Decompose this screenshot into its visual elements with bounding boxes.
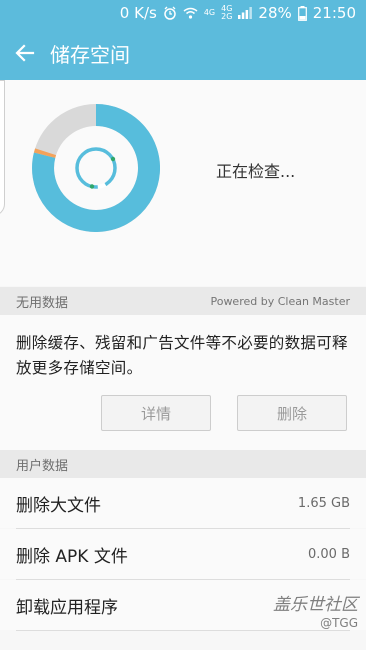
back-button[interactable] [2,26,48,80]
storage-scan-panel: 正在检查... [0,80,366,286]
network-type-label-2: 4G 2G [221,5,232,21]
net-tag-3: 2G [221,12,233,21]
row-size: 0.00 B [308,546,350,562]
row-size: 1.65 GB [297,495,350,511]
row-delete-apk-files[interactable]: 删除 APK 文件 0.00 B [0,529,366,579]
clock: 21:50 [312,4,356,22]
net-speed: 0 K/s [119,4,157,22]
page-title: 储存空间 [50,42,130,67]
unused-data-section-header: 无用数据 Powered by Clean Master [0,287,366,315]
watermark-sub: @TGG [320,616,358,630]
details-button[interactable]: 详情 [101,395,211,431]
community-watermark: 盖乐世社区 @TGG [273,590,358,630]
row-label: 删除大文件 [16,495,101,516]
user-data-section-header: 用户数据 [0,450,366,478]
row-divider [16,630,350,631]
inner-indicator-bottom [89,184,95,189]
donut-inner-ring [75,147,117,189]
app-bar: 储存空间 [0,26,366,80]
powered-by-label: Powered by Clean Master [210,294,350,308]
battery-icon [297,5,307,21]
storage-donut-chart [32,104,160,232]
status-bar: 0 K/s 4G 4G 2G 28% 21:50 [0,0,366,26]
battery-percent: 28% [258,4,292,22]
inner-indicator-top [110,156,116,162]
unused-data-title: 无用数据 [16,295,69,311]
row-delete-large-files[interactable]: 删除大文件 1.65 GB [0,478,366,528]
edge-panel-handle[interactable] [0,80,5,216]
network-type-label: 4G [204,9,215,17]
back-arrow-icon [15,44,35,62]
wifi-icon [183,7,198,19]
net-tag-1: 4G [203,8,216,17]
watermark-main: 盖乐世社区 [273,595,358,615]
delete-button[interactable]: 删除 [237,395,347,431]
row-label: 卸载应用程序 [16,597,118,618]
signal-icon [238,7,253,19]
scan-status-text: 正在检查... [216,162,296,181]
user-data-title: 用户数据 [16,458,69,474]
unused-data-description: 删除缓存、残留和广告文件等不必要的数据可释放更多存储空间。 [16,334,348,377]
row-label: 删除 APK 文件 [16,546,128,567]
donut-accent-tick [33,148,57,158]
alarm-icon [163,6,177,20]
unused-data-card: 删除缓存、残留和广告文件等不必要的数据可释放更多存储空间。 详情 删除 [0,315,366,450]
